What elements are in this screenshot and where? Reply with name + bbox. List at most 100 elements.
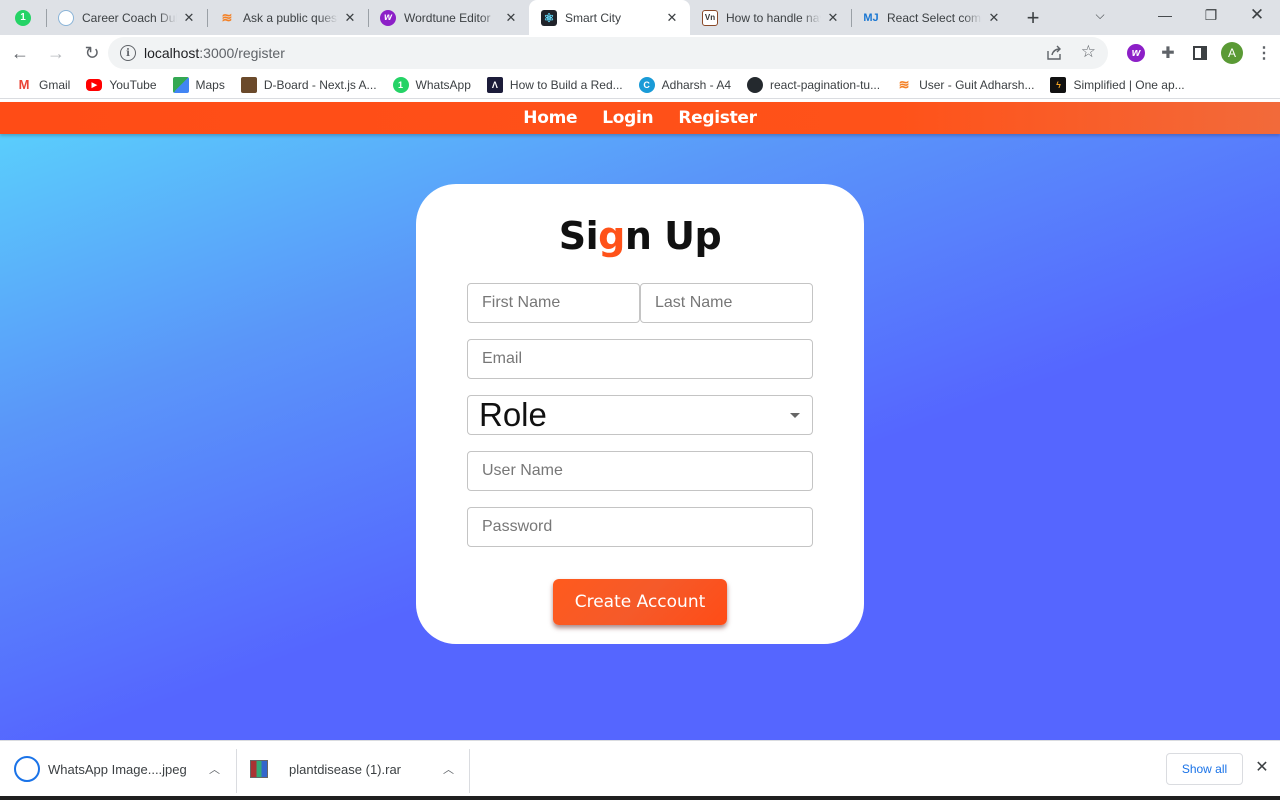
site-navbar: Home Login Register bbox=[0, 102, 1280, 134]
site-info-icon[interactable]: i bbox=[120, 45, 136, 61]
github-icon bbox=[747, 76, 764, 93]
reload-button[interactable]: ↻ bbox=[76, 37, 108, 69]
bookmark-label: Simplified | One ap... bbox=[1073, 77, 1185, 92]
user-name-input[interactable]: User Name bbox=[467, 451, 813, 491]
minimize-icon[interactable]: — bbox=[1142, 0, 1188, 30]
nav-login-link[interactable]: Login bbox=[602, 108, 653, 128]
window-close-icon[interactable]: ✕ bbox=[1234, 0, 1280, 30]
tab-react-select[interactable]: MJ React Select component ✕ bbox=[851, 0, 1012, 35]
bookmark-simplified[interactable]: ϟ Simplified | One ap... bbox=[1042, 71, 1192, 99]
tab-smart-city[interactable]: ⚛ Smart City ✕ bbox=[529, 0, 690, 35]
stackoverflow-icon: ≋ bbox=[221, 9, 233, 25]
canva-icon: C bbox=[638, 76, 655, 93]
show-all-button[interactable]: Show all bbox=[1166, 753, 1243, 785]
close-icon[interactable]: ✕ bbox=[986, 10, 1002, 26]
tab-ask-question[interactable]: ≋ Ask a public question ✕ bbox=[207, 0, 368, 35]
close-icon[interactable]: ✕ bbox=[825, 10, 841, 26]
bookmark-label: D-Board - Next.js A... bbox=[263, 77, 377, 92]
signup-card: Sign Up First Name Last Name Email Role … bbox=[416, 184, 864, 644]
back-button[interactable]: ← bbox=[4, 37, 36, 69]
close-icon[interactable]: ✕ bbox=[664, 10, 680, 26]
bookmark-build-red[interactable]: Λ How to Build a Red... bbox=[479, 71, 631, 99]
nav-register-link[interactable]: Register bbox=[678, 108, 757, 128]
bookmark-label: Gmail bbox=[39, 77, 71, 92]
last-name-placeholder: Last Name bbox=[655, 294, 733, 311]
first-name-placeholder: First Name bbox=[482, 294, 561, 311]
user-name-placeholder: User Name bbox=[482, 462, 563, 479]
vn-icon: Vn bbox=[702, 9, 718, 26]
download-progress-icon bbox=[14, 756, 40, 782]
browser-toolbar: ← → ↻ i localhost:3000/register ☆ w ✚ A … bbox=[0, 35, 1280, 71]
share-icon[interactable] bbox=[1046, 45, 1062, 61]
wordtune-icon: w bbox=[1127, 44, 1145, 62]
extensions-area: w ✚ A ⋮ bbox=[1120, 35, 1280, 71]
career-coach-icon bbox=[58, 9, 74, 26]
bookmark-dboard[interactable]: D-Board - Next.js A... bbox=[233, 71, 385, 99]
restore-icon[interactable]: ❐ bbox=[1188, 0, 1234, 30]
bookmark-label: Maps bbox=[195, 77, 225, 92]
password-input[interactable]: Password bbox=[467, 507, 813, 547]
close-icon[interactable]: ✕ bbox=[1252, 757, 1272, 777]
bookmark-gmail[interactable]: M Gmail bbox=[8, 71, 78, 99]
bookmark-adharsh-a4[interactable]: C Adharsh - A4 bbox=[631, 71, 739, 99]
tab-search-chevron-icon[interactable]: ⌵ bbox=[1080, 0, 1120, 30]
download-filename: WhatsApp Image....jpeg bbox=[48, 761, 187, 777]
tab-wordtune[interactable]: w Wordtune Editor ✕ bbox=[368, 0, 529, 35]
taskbar-edge bbox=[0, 796, 1280, 800]
extensions-puzzle-icon[interactable]: ✚ bbox=[1152, 37, 1184, 69]
bookmark-label: react-pagination-tu... bbox=[770, 77, 881, 92]
nav-home-link[interactable]: Home bbox=[523, 108, 577, 128]
close-icon[interactable]: ✕ bbox=[181, 10, 197, 26]
bookmark-label: YouTube bbox=[109, 77, 157, 92]
tab-career-coach[interactable]: Career Coach Dubai ✕ bbox=[46, 0, 207, 35]
side-panel-icon[interactable] bbox=[1184, 37, 1216, 69]
menu-kebab-icon[interactable]: ⋮ bbox=[1248, 37, 1280, 69]
tab-handle-navigation[interactable]: Vn How to handle navigation ✕ bbox=[690, 0, 851, 35]
react-icon: ⚛ bbox=[541, 9, 557, 26]
gmail-icon: M bbox=[18, 77, 30, 92]
maps-icon bbox=[172, 76, 189, 93]
download-item[interactable]: plantdisease (1).rar ︿ bbox=[250, 741, 470, 797]
bookmark-star-icon[interactable]: ☆ bbox=[1081, 42, 1096, 62]
forward-button[interactable]: → bbox=[40, 37, 72, 69]
create-account-button[interactable]: Create Account bbox=[553, 579, 727, 625]
email-input[interactable]: Email bbox=[467, 339, 813, 379]
whatsapp-icon: 1 bbox=[15, 9, 31, 26]
stackoverflow-icon: ≋ bbox=[898, 76, 910, 92]
bookmark-react-pagination[interactable]: react-pagination-tu... bbox=[739, 71, 888, 99]
dropdown-arrow-icon bbox=[790, 413, 800, 418]
bookmark-maps[interactable]: Maps bbox=[165, 71, 233, 99]
tab-strip: 1 Career Coach Dubai ✕ ≋ Ask a public qu… bbox=[0, 0, 1280, 35]
tab-title: React Select component bbox=[887, 10, 982, 25]
role-selected-value: Role bbox=[479, 396, 547, 433]
role-select[interactable]: Role bbox=[467, 395, 813, 435]
page-viewport: Home Login Register Sign Up First Name L… bbox=[0, 100, 1280, 740]
bookmark-user-guit[interactable]: ≋ User - Guit Adharsh... bbox=[888, 71, 1042, 99]
bookmarks-bar: M Gmail ▶ YouTube Maps D-Board - Next.js A… bbox=[0, 71, 1280, 99]
bookmark-label: User - Guit Adharsh... bbox=[919, 77, 1035, 92]
bookmark-whatsapp[interactable]: 1 WhatsApp bbox=[385, 71, 479, 99]
chevron-up-icon[interactable]: ︿ bbox=[209, 761, 220, 777]
download-item[interactable]: WhatsApp Image....jpeg ︿ bbox=[14, 741, 236, 797]
bookmark-youtube[interactable]: ▶ YouTube bbox=[78, 71, 164, 99]
wordtune-extension[interactable]: w bbox=[1120, 37, 1152, 69]
bookmark-label: Adharsh - A4 bbox=[661, 77, 732, 92]
download-shelf: WhatsApp Image....jpeg ︿ plantdisease (1… bbox=[0, 740, 1280, 800]
chevron-up-icon[interactable]: ︿ bbox=[443, 761, 454, 777]
close-icon[interactable]: ✕ bbox=[342, 10, 358, 26]
tab-title: Ask a public question bbox=[243, 10, 338, 25]
pinned-tab-whatsapp[interactable]: 1 bbox=[0, 0, 46, 35]
first-name-input[interactable]: First Name bbox=[467, 283, 640, 323]
close-icon[interactable]: ✕ bbox=[503, 10, 519, 26]
tab-title: How to handle navigation bbox=[726, 10, 821, 25]
new-tab-button[interactable]: + bbox=[1018, 0, 1048, 35]
address-bar[interactable]: i localhost:3000/register ☆ bbox=[108, 37, 1108, 69]
last-name-input[interactable]: Last Name bbox=[640, 283, 813, 323]
bookmark-label: WhatsApp bbox=[415, 77, 471, 92]
page-title: Sign Up bbox=[558, 214, 722, 258]
youtube-icon: ▶ bbox=[86, 78, 103, 91]
window-controls: ⌵ — ❐ ✕ bbox=[1080, 0, 1280, 30]
rar-file-icon bbox=[250, 760, 268, 778]
profile-avatar[interactable]: A bbox=[1216, 37, 1248, 69]
bookmark-label: How to Build a Red... bbox=[509, 77, 623, 92]
